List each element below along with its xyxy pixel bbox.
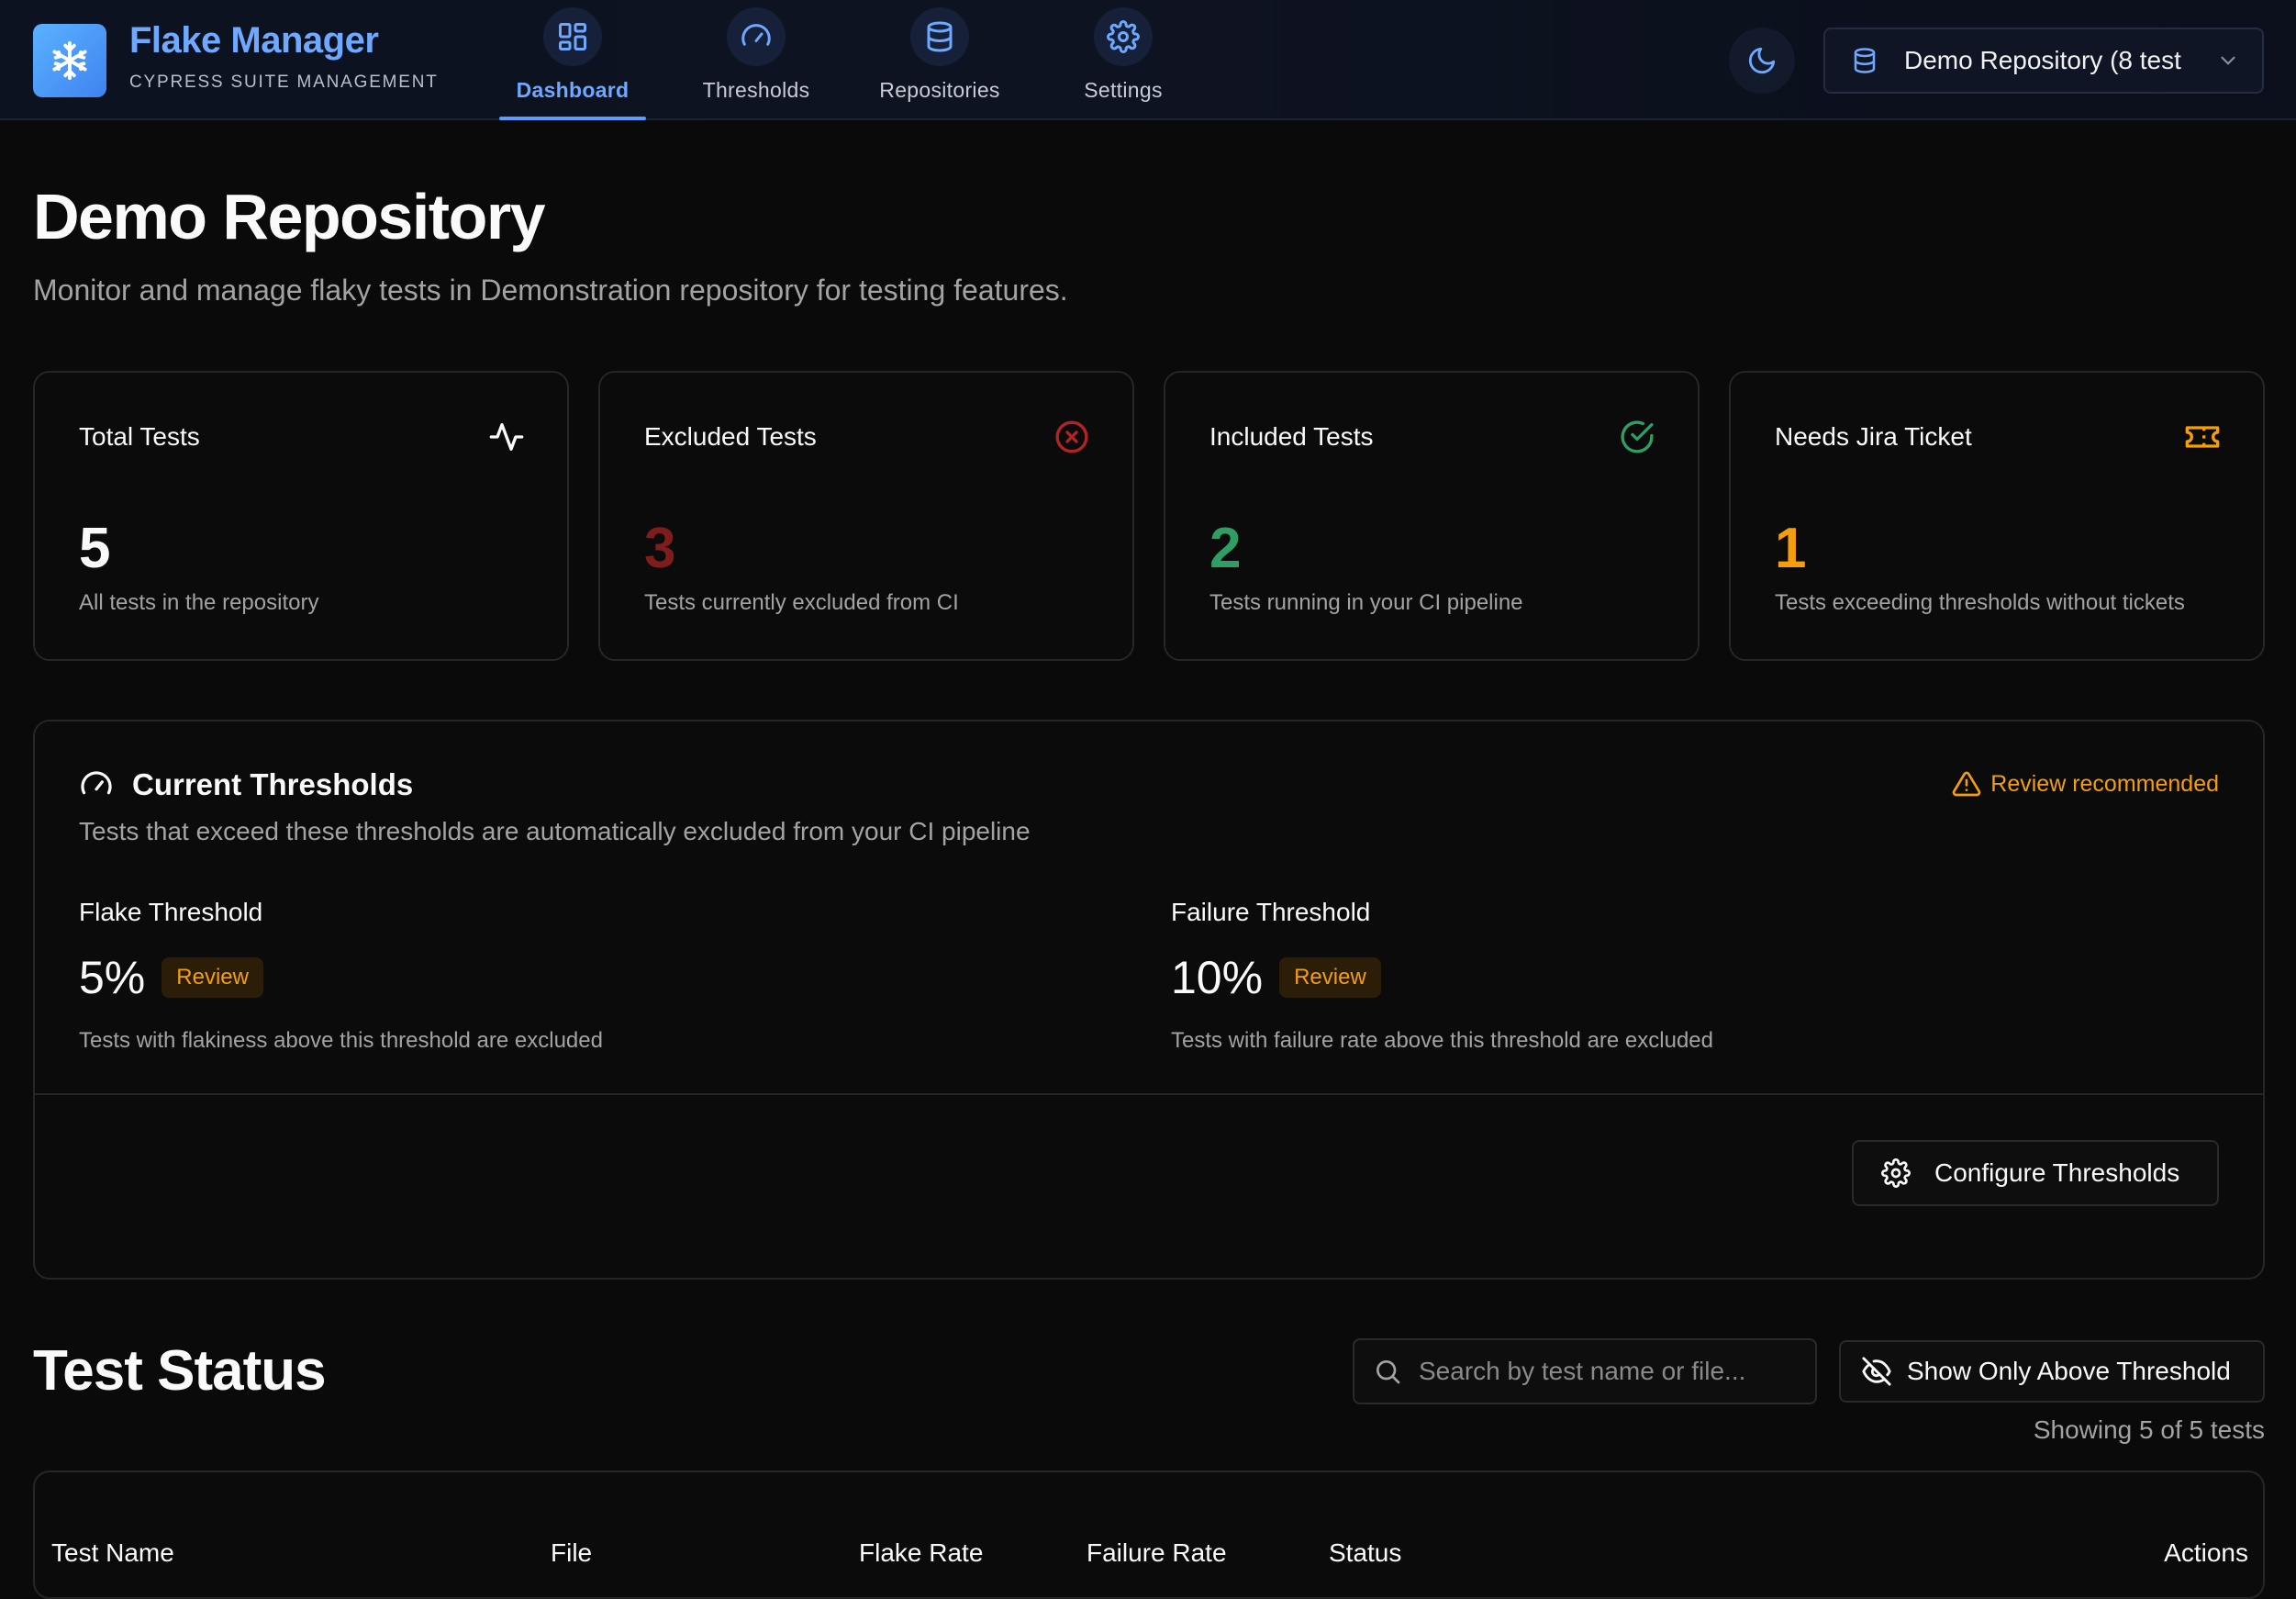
- flake-threshold: Flake Threshold 5% Review Tests with fla…: [79, 898, 603, 1054]
- column-header-flake-rate[interactable]: Flake Rate: [859, 1538, 983, 1568]
- check-circle-icon: [1621, 420, 1654, 453]
- ticket-icon: [2185, 426, 2220, 448]
- stat-card-description: Tests running in your CI pipeline: [1209, 590, 1523, 615]
- stat-card-total-tests: Total Tests 5 All tests in the repositor…: [33, 371, 569, 661]
- column-header-file[interactable]: File: [551, 1538, 592, 1568]
- search-icon: [1376, 1360, 1400, 1384]
- stat-card-value: 3: [644, 517, 676, 580]
- column-header-failure-rate[interactable]: Failure Rate: [1087, 1538, 1227, 1568]
- nav-thresholds-label: Thresholds: [702, 78, 810, 102]
- thresholds-description: Tests that exceed these thresholds are a…: [79, 817, 1031, 845]
- stat-card-description: Tests exceeding thresholds without ticke…: [1775, 590, 2185, 615]
- activity-icon: [489, 423, 524, 451]
- dashboard-grid-icon: [543, 7, 602, 66]
- nav-thresholds[interactable]: Thresholds: [683, 0, 830, 120]
- stat-card-title: Total Tests: [79, 422, 200, 451]
- column-header-actions: Actions: [2164, 1538, 2248, 1567]
- thresholds-header: Current Thresholds: [79, 767, 413, 802]
- stat-card-value: 5: [79, 517, 111, 580]
- repository-select-value: Demo Repository (8 test: [1904, 46, 2181, 74]
- chevron-down-icon: [2221, 56, 2235, 65]
- moon-icon: [1748, 47, 1776, 74]
- flake-threshold-label: Flake Threshold: [79, 898, 263, 926]
- gauge-icon: [727, 7, 786, 66]
- stat-card-excluded-tests: Excluded Tests 3 Tests currently exclude…: [598, 371, 1134, 661]
- column-header-test-name[interactable]: Test Name: [51, 1538, 174, 1568]
- stat-card-title: Excluded Tests: [644, 422, 817, 451]
- search-input[interactable]: [1419, 1357, 1804, 1386]
- nav-repositories-label: Repositories: [879, 78, 1000, 102]
- test-status-table: Test Name File Flake Rate Failure Rate S…: [33, 1470, 2265, 1599]
- stat-card-description: All tests in the repository: [79, 590, 319, 615]
- snowflake-logo-icon: [33, 24, 106, 97]
- gear-icon: [1094, 7, 1153, 66]
- database-icon: [910, 7, 969, 66]
- review-recommended-text: Review recommended: [1990, 770, 2219, 797]
- show-only-above-threshold-label: Show Only Above Threshold: [1907, 1357, 2231, 1385]
- column-header-status[interactable]: Status: [1329, 1538, 1401, 1568]
- gear-icon: [1881, 1158, 1911, 1188]
- app-subtitle: CYPRESS SUITE MANAGEMENT: [129, 73, 439, 92]
- stat-card-title: Needs Jira Ticket: [1775, 422, 1972, 451]
- show-only-above-threshold-button[interactable]: Show Only Above Threshold: [1839, 1340, 2265, 1403]
- nav-dashboard-label: Dashboard: [516, 78, 630, 102]
- repository-select[interactable]: Demo Repository (8 test: [1823, 28, 2264, 94]
- gauge-icon: [81, 771, 112, 795]
- test-status-title: Test Status: [33, 1339, 327, 1403]
- stat-card-title: Included Tests: [1209, 422, 1374, 451]
- nav-settings[interactable]: Settings: [1050, 0, 1197, 120]
- stat-card-included-tests: Included Tests 2 Tests running in your C…: [1164, 371, 1700, 661]
- nav-repositories[interactable]: Repositories: [866, 0, 1013, 120]
- configure-thresholds-button[interactable]: Configure Thresholds: [1852, 1140, 2219, 1206]
- failure-threshold-value: 10%: [1171, 952, 1264, 1003]
- app-title: Flake Manager: [129, 20, 379, 61]
- showing-count: Showing 5 of 5 tests: [2033, 1415, 2265, 1444]
- flake-threshold-value: 5%: [79, 952, 146, 1003]
- active-tab-indicator: [499, 117, 646, 120]
- review-badge: Review: [162, 957, 263, 998]
- divider: [35, 1093, 2263, 1095]
- failure-threshold: Failure Threshold 10% Review Tests with …: [1171, 898, 1713, 1054]
- failure-threshold-label: Failure Threshold: [1171, 898, 1371, 926]
- test-search: [1353, 1338, 1817, 1404]
- page-title: Demo Repository: [33, 181, 546, 252]
- x-circle-icon: [1055, 420, 1088, 453]
- review-recommended-notice: Review recommended: [1952, 769, 2219, 799]
- stat-card-description: Tests currently excluded from CI: [644, 590, 959, 615]
- database-icon: [1854, 48, 1876, 73]
- warning-triangle-icon: [1953, 771, 1981, 797]
- thresholds-title: Current Thresholds: [132, 767, 414, 801]
- stat-card-needs-jira: Needs Jira Ticket 1 Tests exceeding thre…: [1729, 371, 2265, 661]
- configure-thresholds-label: Configure Thresholds: [1934, 1158, 2180, 1187]
- failure-threshold-description: Tests with failure rate above this thres…: [1171, 1028, 1713, 1053]
- nav-settings-label: Settings: [1084, 78, 1163, 102]
- top-header: Flake Manager CYPRESS SUITE MANAGEMENT D…: [0, 0, 2296, 120]
- eye-off-icon: [1862, 1357, 1891, 1386]
- nav-dashboard[interactable]: Dashboard: [499, 0, 646, 120]
- stat-card-value: 2: [1209, 517, 1242, 580]
- page-description: Monitor and manage flaky tests in Demons…: [33, 274, 1068, 307]
- theme-toggle-button[interactable]: [1729, 28, 1795, 94]
- flake-threshold-description: Tests with flakiness above this threshol…: [79, 1028, 603, 1053]
- review-badge: Review: [1279, 957, 1381, 998]
- current-thresholds-panel: Current Thresholds Review recommended Te…: [33, 720, 2265, 1280]
- stat-card-value: 1: [1775, 517, 1807, 580]
